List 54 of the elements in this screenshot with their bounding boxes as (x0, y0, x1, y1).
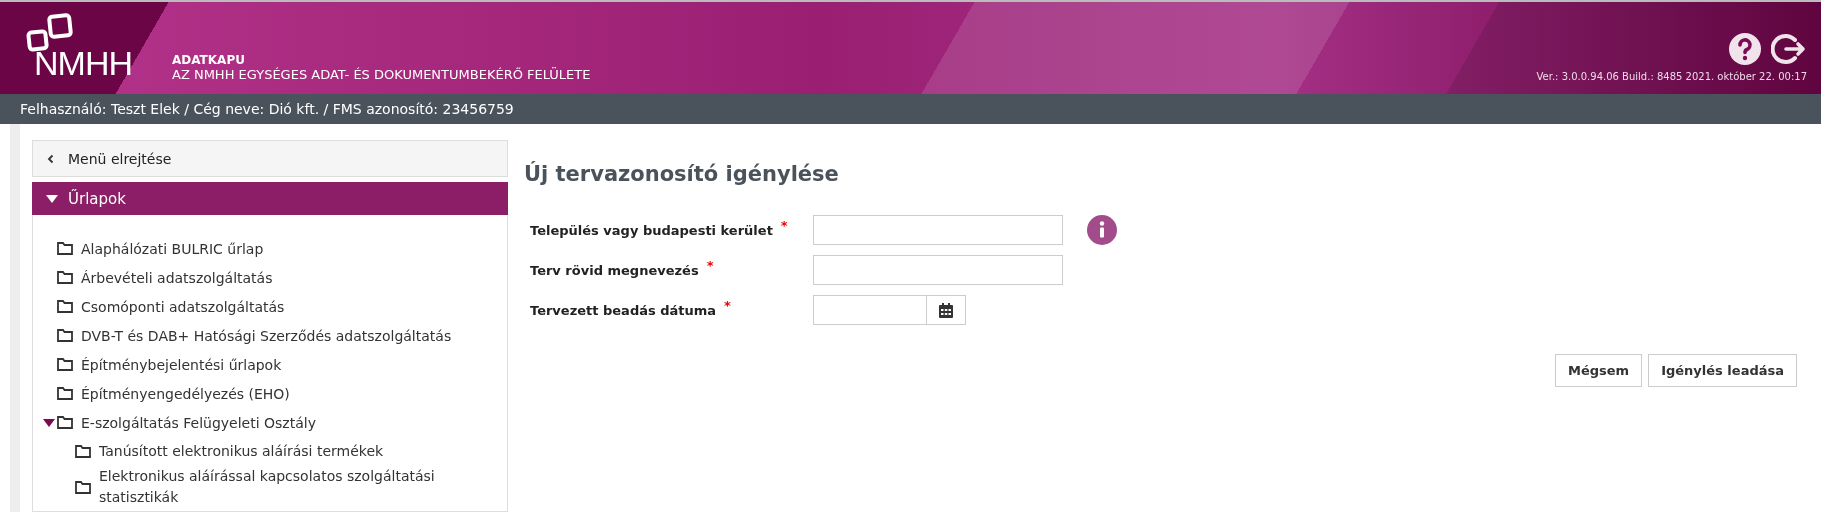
tree-item[interactable]: Alaphálózati BULRIC űrlap (33, 234, 507, 263)
tree-item[interactable]: DVB-T és DAB+ Hatósági Szerződés adatszolgáltatás (33, 321, 507, 350)
item-label: Alaphálózati BULRIC űrlap (81, 240, 264, 257)
item-label: Építménybejelentési űrlapok (81, 356, 282, 373)
input-field[interactable] (813, 215, 1063, 245)
input-field[interactable] (813, 255, 1063, 285)
folder-icon (57, 329, 73, 342)
app-name: ADATKAPU (172, 53, 246, 67)
folder-icon (57, 358, 73, 371)
tree-item[interactable]: E-szolgáltatás Felügyeleti Osztály (33, 408, 507, 437)
caret-down-icon (46, 193, 58, 204)
item-label: Építményengedélyezés (EHO) (81, 385, 290, 402)
tree-item[interactable]: Árbevételi adatszolgáltatás (33, 263, 507, 292)
calendar-button[interactable] (927, 295, 966, 325)
section-label: Űrlapok (68, 189, 126, 208)
tree-item[interactable]: Építményengedélyezés (EHO) (33, 379, 507, 408)
user-info: Felhasználó: Teszt Elek / Cég neve: Dió kft. / FMS azonosító: 23456759 (20, 101, 514, 117)
item-label: E-szolgáltatás Felügyeleti Osztály (81, 414, 316, 431)
chevron-left-icon (47, 153, 54, 164)
tree-item[interactable]: Tanúsított elektronikus aláírási termékek (33, 437, 507, 466)
item-label: Tanúsított elektronikus aláírási termékek (99, 442, 384, 461)
info-icon[interactable] (1087, 215, 1117, 245)
folder-icon (57, 242, 73, 255)
folder-icon (75, 445, 91, 458)
required-mark: * (780, 218, 788, 233)
hide-menu-button[interactable]: Menü elrejtése (32, 140, 508, 177)
folder-icon (57, 416, 73, 429)
folder-icon (57, 271, 73, 284)
item-label: Elektronikus aláírással kapcsolatos szolgáltatási statisztikák (99, 467, 436, 507)
item-label: Árbevételi adatszolgáltatás (81, 269, 273, 286)
item-label: DVB-T és DAB+ Hatósági Szerződés adatszolgáltatás (81, 327, 452, 344)
help-icon[interactable] (1729, 33, 1761, 65)
item-label: Csomóponti adatszolgáltatás (81, 298, 285, 315)
required-mark: * (724, 298, 731, 313)
cancel-button[interactable]: Mégsem (1554, 354, 1643, 387)
folder-icon (75, 480, 91, 494)
section-header[interactable]: Űrlapok (32, 182, 508, 215)
tree-item[interactable]: Elektronikus aláírással kapcsolatos szolgáltatási statisztikák (33, 466, 507, 508)
logout-icon[interactable] (1771, 33, 1807, 65)
folder-icon (57, 300, 73, 313)
tree-item[interactable]: Építménybejelentési űrlapok (33, 350, 507, 379)
date-field[interactable] (813, 295, 927, 325)
submit-button[interactable]: Igénylés leadása (1648, 354, 1797, 387)
form-title: Új tervazonosító igénylése (524, 162, 840, 186)
folder-icon (57, 387, 73, 400)
calendar-icon (939, 302, 953, 318)
field-label: Terv rövid megnevezés (530, 262, 699, 278)
field-label: Tervezett beadás dátuma (530, 302, 717, 318)
tree-item[interactable]: Csomóponti adatszolgáltatás (33, 292, 507, 321)
logo-text: NMHH (34, 46, 133, 80)
required-mark: * (706, 258, 714, 273)
app-subtitle: AZ NMHH EGYSÉGES ADAT- ÉS DOKUMENTUMBEKÉRŐ FELÜLETE (172, 67, 591, 82)
field-label: Település vagy budapesti kerület (530, 222, 773, 238)
version-info: Ver.: 3.0.0.94.06 Build.: 8485 2021. október 22. 00:17 (1536, 71, 1807, 82)
